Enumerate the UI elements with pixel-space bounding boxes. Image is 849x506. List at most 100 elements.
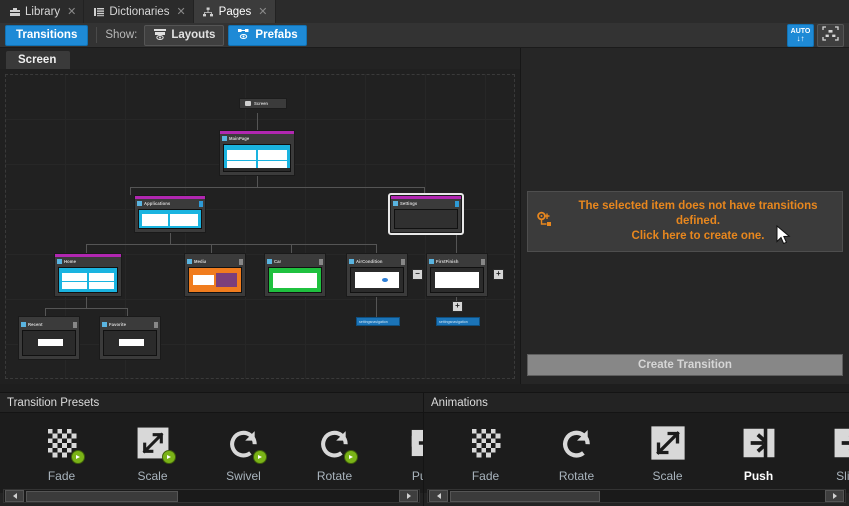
expand-button[interactable]: + [493, 269, 504, 280]
graph-node-firstfinish[interactable]: FirstFinish [426, 253, 488, 297]
no-transitions-warning[interactable]: The selected item does not have transiti… [527, 191, 843, 252]
node-thumbnail [350, 267, 404, 293]
node-header: Recent [19, 320, 79, 329]
close-icon[interactable]: ✕ [258, 5, 267, 18]
pill-label: settingsnavigation [359, 320, 388, 324]
close-icon[interactable]: ✕ [67, 5, 76, 18]
node-header: AirCondition [347, 257, 407, 266]
scroll-left-button[interactable] [429, 490, 448, 502]
graph-edge [376, 297, 377, 317]
animation-item-scale[interactable]: Scale [622, 424, 713, 483]
graph-edge [291, 244, 292, 253]
tab-library[interactable]: Library ✕ [0, 0, 84, 23]
preset-item-rotate[interactable]: Rotate [289, 424, 380, 483]
page-icon [429, 259, 434, 264]
thumb-block [89, 282, 114, 289]
preset-item-fade[interactable]: Fade [16, 424, 107, 483]
graph-edge [211, 244, 212, 253]
expand-button[interactable]: + [452, 301, 463, 312]
scrollbar-thumb[interactable] [26, 491, 178, 502]
create-transition-button[interactable]: Create Transition [527, 354, 843, 376]
prefabs-toggle[interactable]: Prefabs [228, 25, 306, 46]
rotate-arrow-icon [558, 424, 596, 462]
graph-node-recent[interactable]: Recent [18, 316, 80, 360]
auto-arrows-icon: ↓↑ [797, 35, 805, 42]
pages-canvas-panel[interactable]: Screen MainPage [0, 69, 520, 384]
animations-list[interactable]: Fade Rotate [424, 413, 849, 493]
preset-item-swivel[interactable]: Swivel [198, 424, 289, 483]
thumb-block [89, 273, 114, 282]
animation-item-fade[interactable]: Fade [440, 424, 531, 483]
graph-node-favorite[interactable]: Favorite [99, 316, 161, 360]
tab-dictionaries[interactable]: Dictionaries ✕ [84, 0, 193, 23]
graph-edge [127, 308, 128, 316]
thumb-block [119, 339, 144, 347]
scroll-right-button[interactable] [399, 490, 418, 502]
warning-line-2: Click here to create one. [562, 229, 834, 244]
animation-label: Push [744, 469, 773, 483]
presets-scrollbar[interactable] [3, 489, 420, 503]
play-badge-icon [162, 450, 176, 464]
document-tab-screen[interactable]: Screen [6, 51, 70, 69]
transitions-button[interactable]: Transitions [5, 25, 88, 46]
tab-pages[interactable]: Pages ✕ [194, 0, 276, 23]
pages-icon [202, 5, 215, 18]
thumb-block [62, 282, 88, 289]
scroll-left-button[interactable] [5, 490, 24, 502]
graph-edge [86, 297, 87, 308]
scale-arrows-icon [649, 424, 687, 462]
node-thumbnail [103, 330, 157, 356]
animations-scrollbar[interactable] [427, 489, 846, 503]
transition-presets-list[interactable]: Fade Scale [0, 413, 423, 493]
tab-label: Dictionaries [109, 6, 169, 18]
layouts-toggle[interactable]: Layouts [144, 25, 224, 46]
scroll-right-button[interactable] [825, 490, 844, 502]
graph-node-settings[interactable]: Settings [390, 195, 462, 233]
play-badge-icon [344, 450, 358, 464]
graph-edge [86, 244, 87, 253]
fit-to-view-button[interactable] [817, 24, 844, 47]
preset-label: Fade [48, 469, 75, 483]
graph-edge [424, 187, 425, 195]
node-link-badge [319, 259, 323, 265]
graph-node-aircondition[interactable]: AirCondition [346, 253, 408, 297]
graph-node-car[interactable]: Car [264, 253, 326, 297]
thumb-block [227, 161, 256, 168]
transition-pill[interactable]: settingsnavigation [436, 317, 480, 326]
animation-item-push[interactable]: Push [713, 424, 804, 483]
node-graph-canvas[interactable]: Screen MainPage [5, 74, 515, 379]
node-label: Car [274, 259, 281, 264]
graph-edge [170, 233, 171, 244]
graph-node-home[interactable]: Home [54, 253, 122, 297]
preset-item-push[interactable]: Push [380, 424, 424, 483]
transition-pill[interactable]: settingsnavigation [356, 317, 400, 326]
animation-item-rotate[interactable]: Rotate [531, 424, 622, 483]
app-window: Library ✕ Dictionaries ✕ Pages ✕ Transit… [0, 0, 849, 506]
close-icon[interactable]: ✕ [176, 5, 185, 18]
graph-edge [424, 233, 457, 234]
push-arrow-icon [740, 424, 778, 462]
auto-layout-button[interactable]: AUTO ↓↑ [787, 24, 814, 47]
graph-node-applications[interactable]: Applications [134, 195, 206, 233]
play-badge-icon [71, 450, 85, 464]
animations-title: Animations [424, 393, 849, 413]
node-thumbnail [430, 267, 484, 293]
node-label: Home [64, 259, 76, 264]
push-arrow-icon [407, 424, 425, 462]
collapse-button[interactable]: − [412, 269, 423, 280]
dictionaries-icon [92, 5, 105, 18]
transition-presets-panel: Transition Presets [0, 392, 424, 506]
animation-item-slide[interactable]: Slide [804, 424, 849, 483]
rotate-arrow-icon [316, 424, 354, 462]
node-label: Favorite [109, 322, 126, 327]
scrollbar-thumb[interactable] [450, 491, 600, 502]
page-icon [222, 136, 227, 141]
graph-node-mainpage[interactable]: MainPage [219, 130, 295, 176]
preset-item-scale[interactable]: Scale [107, 424, 198, 483]
graph-edge [257, 175, 258, 187]
node-header: Settings [391, 199, 461, 208]
root-node-screen[interactable]: Screen [239, 98, 287, 109]
page-icon [267, 259, 272, 264]
prefabs-icon [237, 28, 251, 43]
graph-node-media[interactable]: Media [184, 253, 246, 297]
